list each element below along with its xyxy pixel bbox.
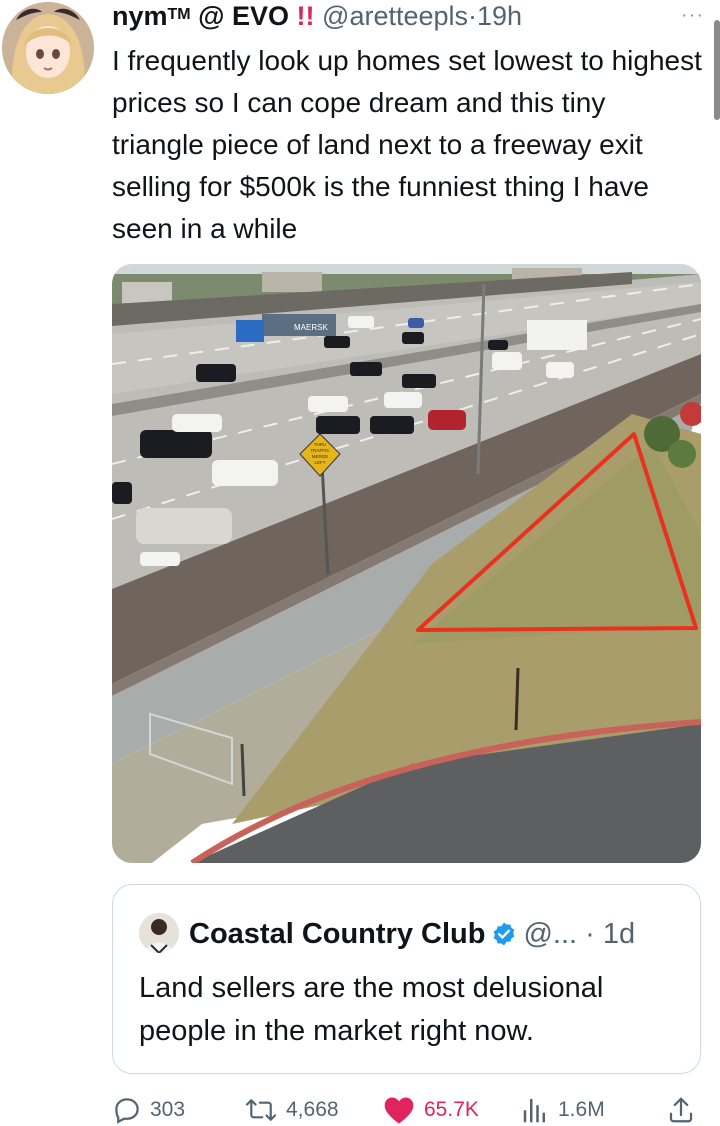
separator-dot: · [585, 918, 595, 950]
quote-avatar-image [139, 913, 179, 953]
tweet-photo[interactable]: MAERSK THRU TRAFFIC MERGE LEFT [112, 264, 701, 863]
share-icon [669, 1097, 693, 1123]
sign-line: LEFT [314, 460, 325, 465]
quote-handle[interactable]: @... [523, 918, 577, 950]
reply-icon [115, 1098, 139, 1124]
share-button[interactable] [666, 1094, 704, 1126]
timestamp[interactable]: 19h [477, 1, 522, 31]
quote-timestamp[interactable]: 1d [603, 918, 635, 950]
action-bar: 303 4,668 65.7K 1.6M [112, 1094, 702, 1126]
freeway-photo: MAERSK THRU TRAFFIC MERGE LEFT [112, 264, 701, 863]
quote-header: Coastal Country Club @... · 1d [189, 915, 635, 957]
heart-icon [384, 1097, 414, 1124]
tweet-text: I frequently look up homes set lowest to… [112, 45, 702, 244]
sign-line: TRAFFIC [311, 448, 331, 453]
view-count: 1.6M [558, 1098, 605, 1121]
repost-icon [245, 1099, 277, 1121]
sign-line: THRU [314, 442, 327, 447]
double-exclamation-emoji: !! [296, 1, 315, 31]
separator-dot: · [468, 1, 478, 31]
scrollbar[interactable] [714, 20, 720, 120]
truck-label: MAERSK [294, 323, 328, 332]
display-name-suffix[interactable]: @ EVO [198, 1, 289, 31]
quote-avatar[interactable] [139, 913, 179, 953]
avatar-image [2, 2, 94, 94]
quoted-tweet[interactable]: Coastal Country Club @... · 1d Land selle… [112, 884, 701, 1074]
trademark-mark: TM [167, 6, 191, 23]
more-options-icon[interactable]: ··· [681, 4, 704, 27]
reply-button[interactable]: 303 [112, 1094, 185, 1126]
repost-count: 4,668 [286, 1098, 339, 1121]
display-name[interactable]: nym [112, 1, 168, 31]
quote-text: Land sellers are the most delusional peo… [139, 972, 604, 1047]
verified-badge-icon [491, 919, 517, 957]
sign-line: MERGE [312, 454, 329, 459]
repost-button[interactable]: 4,668 [244, 1094, 339, 1126]
views-button[interactable]: 1.6M [520, 1094, 605, 1126]
views-icon [523, 1098, 545, 1123]
like-count: 65.7K [424, 1098, 479, 1121]
avatar[interactable] [2, 2, 94, 94]
like-button[interactable]: 65.7K [382, 1094, 479, 1126]
tweet-header: nymTM @ EVO !! @aretteepls·19h [112, 0, 522, 31]
reply-count: 303 [150, 1098, 186, 1121]
quote-display-name[interactable]: Coastal Country Club [189, 918, 485, 950]
handle[interactable]: @aretteepls [322, 1, 468, 31]
